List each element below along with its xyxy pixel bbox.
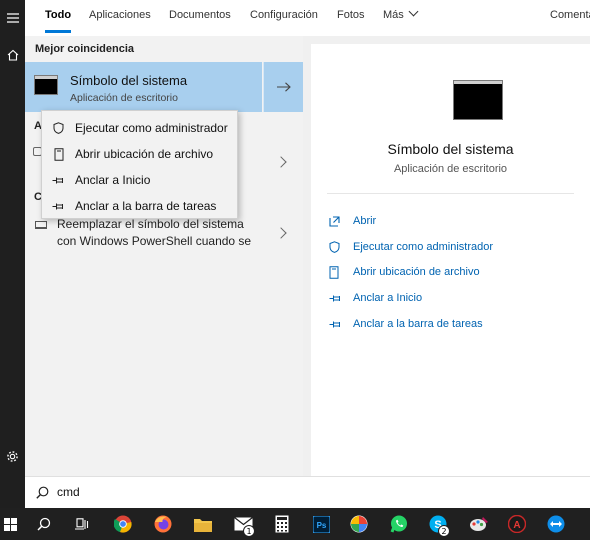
suggestion-line-2: con Windows PowerShell cuando se bbox=[57, 234, 252, 248]
paint-icon[interactable] bbox=[461, 508, 497, 540]
chrome-icon[interactable] bbox=[105, 508, 141, 540]
search-icon bbox=[36, 486, 49, 499]
action-pin-to-taskbar[interactable]: Anclar a la barra de tareas bbox=[329, 315, 483, 333]
chevron-right-icon[interactable] bbox=[275, 156, 287, 168]
open-details-arrow-button[interactable] bbox=[263, 62, 303, 112]
tab-mas-label: Más bbox=[383, 9, 404, 21]
ctx-pin-to-start[interactable]: Anclar a Inicio bbox=[42, 167, 237, 193]
pin-icon bbox=[329, 320, 353, 329]
calculator-icon[interactable] bbox=[264, 508, 300, 540]
whatsapp-icon[interactable] bbox=[381, 508, 417, 540]
preview-pane: Símbolo del sistema Aplicación de escrit… bbox=[311, 44, 590, 476]
search-box[interactable]: cmd bbox=[25, 476, 590, 508]
action-pin-to-start-label: Anclar a Inicio bbox=[353, 292, 423, 304]
action-open-label: Abrir bbox=[353, 215, 377, 227]
tab-todo[interactable]: Todo bbox=[45, 0, 72, 33]
ctx-open-file-location[interactable]: Abrir ubicación de archivo bbox=[42, 141, 237, 167]
skype-icon[interactable]: S 2 bbox=[420, 508, 456, 540]
tab-aplicaciones[interactable]: Aplicaciones bbox=[89, 0, 151, 32]
hamburger-menu-icon[interactable] bbox=[0, 3, 25, 33]
home-icon[interactable] bbox=[0, 40, 25, 70]
tab-configuracion[interactable]: Configuración bbox=[250, 0, 318, 32]
arrow-right-icon bbox=[276, 82, 291, 92]
pin-icon bbox=[42, 202, 75, 211]
action-open-file-location-label: Abrir ubicación de archivo bbox=[353, 266, 480, 278]
start-icon[interactable] bbox=[0, 508, 28, 540]
action-run-as-admin[interactable]: Ejecutar como administrador bbox=[329, 238, 493, 256]
mail-badge: 1 bbox=[243, 525, 255, 537]
firefox-icon[interactable] bbox=[145, 508, 181, 540]
settings-gear-icon[interactable] bbox=[0, 441, 25, 471]
best-match-heading: Mejor coincidencia bbox=[35, 43, 135, 55]
best-match-result[interactable]: Símbolo del sistema Aplicación de escrit… bbox=[25, 62, 262, 112]
preview-subtitle: Aplicación de escritorio bbox=[393, 163, 508, 175]
pin-icon bbox=[42, 176, 75, 185]
photoshop-icon[interactable]: Ps bbox=[303, 508, 339, 540]
file-explorer-icon[interactable] bbox=[185, 508, 221, 540]
teamviewer-icon[interactable] bbox=[538, 508, 574, 540]
red-app-icon[interactable]: A bbox=[499, 508, 535, 540]
results-pane: Mejor coincidencia Símbolo del sistema A… bbox=[25, 36, 303, 476]
pin-icon bbox=[329, 294, 353, 303]
start-rail bbox=[0, 0, 25, 508]
tab-fotos[interactable]: Fotos bbox=[337, 0, 365, 32]
svg-text:Ps: Ps bbox=[316, 521, 326, 530]
file-location-icon bbox=[329, 265, 353, 279]
chevron-right-icon[interactable] bbox=[275, 227, 287, 239]
divider bbox=[327, 193, 574, 194]
action-open-file-location[interactable]: Abrir ubicación de archivo bbox=[329, 263, 480, 281]
search-filter-tabs: Todo Aplicaciones Documentos Configuraci… bbox=[25, 0, 590, 36]
command-prompt-large-icon bbox=[453, 80, 503, 120]
ctx-pin-to-start-label: Anclar a Inicio bbox=[75, 173, 151, 187]
ctx-run-as-admin-label: Ejecutar como administrador bbox=[75, 121, 228, 135]
pinwheel-app-icon[interactable] bbox=[341, 508, 377, 540]
action-open[interactable]: Abrir bbox=[329, 212, 376, 230]
search-icon[interactable] bbox=[26, 508, 62, 540]
search-input[interactable]: cmd bbox=[57, 485, 80, 499]
tab-mas[interactable]: Más bbox=[383, 0, 419, 32]
preview-title: Símbolo del sistema bbox=[387, 141, 514, 157]
skype-badge: 2 bbox=[438, 525, 450, 537]
ctx-run-as-admin[interactable]: Ejecutar como administrador bbox=[42, 115, 237, 141]
context-menu: Ejecutar como administrador Abrir ubicac… bbox=[41, 110, 238, 219]
action-run-as-admin-label: Ejecutar como administrador bbox=[353, 241, 494, 253]
best-match-subtitle: Aplicación de escritorio bbox=[70, 92, 178, 104]
ctx-pin-to-taskbar-label: Anclar a la barra de tareas bbox=[75, 199, 217, 213]
shield-icon bbox=[329, 241, 353, 253]
tab-documentos[interactable]: Documentos bbox=[169, 0, 231, 32]
settings-result-icon bbox=[35, 221, 47, 229]
task-view-icon[interactable] bbox=[64, 508, 100, 540]
command-prompt-icon bbox=[34, 75, 58, 95]
shield-icon bbox=[42, 122, 75, 134]
file-location-icon bbox=[42, 147, 75, 161]
mail-icon[interactable]: 1 bbox=[225, 508, 261, 540]
taskbar: 1 Ps S 2 A bbox=[0, 508, 590, 540]
action-pin-to-taskbar-label: Anclar a la barra de tareas bbox=[353, 318, 483, 330]
action-pin-to-start[interactable]: Anclar a Inicio bbox=[329, 289, 422, 307]
ctx-pin-to-taskbar[interactable]: Anclar a la barra de tareas bbox=[42, 193, 237, 219]
open-icon bbox=[329, 215, 353, 227]
best-match-title: Símbolo del sistema bbox=[70, 73, 188, 88]
svg-text:A: A bbox=[513, 520, 520, 531]
feedback-link[interactable]: Comenta bbox=[550, 0, 590, 32]
chevron-down-icon bbox=[408, 6, 419, 17]
ctx-open-file-location-label: Abrir ubicación de archivo bbox=[75, 147, 214, 161]
